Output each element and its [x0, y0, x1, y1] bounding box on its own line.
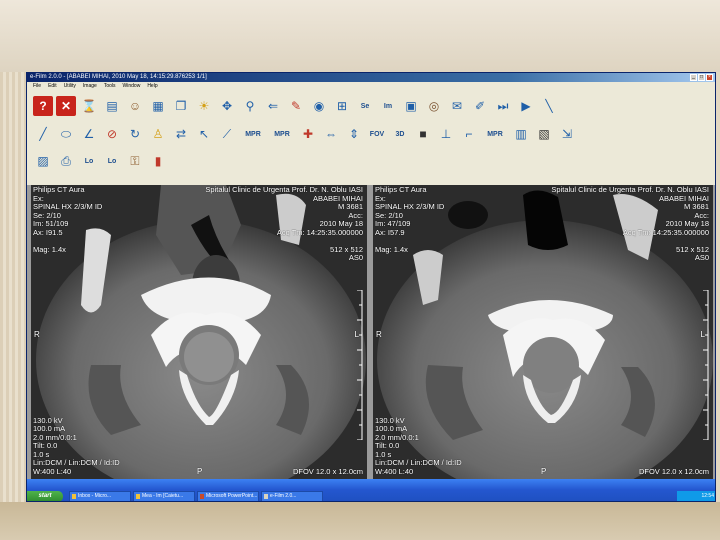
toolbar-row-3: ▨ ⎙ Lo Lo ⚿ ▮	[33, 150, 711, 172]
menu-edit[interactable]: Edit	[48, 82, 57, 90]
slide-background-right	[716, 72, 720, 502]
overlay-top-left: Philips CT Aura Ex: SPINAL HX 2/3/M ID S…	[375, 185, 445, 254]
cursor-icon[interactable]: ↖	[194, 124, 214, 144]
bars-icon[interactable]: ▥	[511, 124, 531, 144]
export-icon[interactable]: ⇲	[557, 124, 577, 144]
image-button[interactable]: Im	[378, 96, 398, 116]
toolbar-row-2: ╱ ⬭ ∠ ⊘ ↻ ♙ ⇄ ↖ ⟋ MPR MPR ✚ ⇔ ⇕ FOV 3D ■…	[33, 123, 711, 145]
user-icon[interactable]: ☺	[125, 96, 145, 116]
orientation-left: R	[34, 330, 40, 339]
lock-icon[interactable]: ⚿	[125, 151, 145, 171]
line-icon[interactable]: ╱	[33, 124, 53, 144]
series-button[interactable]: Se	[355, 96, 375, 116]
mpr-button-3[interactable]: MPR	[482, 124, 508, 144]
ellipse-icon[interactable]: ⬭	[56, 124, 76, 144]
swap-icon[interactable]: ⇔	[321, 124, 341, 144]
orientation-left: R	[376, 330, 382, 339]
taskbar-task[interactable]: Mea - Im [Caietu...	[133, 491, 195, 501]
window-title: e-Film 2.0.0 - [ABABEI MIHAI, 2010 May 1…	[30, 74, 207, 80]
slide-background-top	[0, 0, 720, 72]
crosshair-icon[interactable]: ✚	[298, 124, 318, 144]
title-bar[interactable]: e-Film 2.0.0 - [ABABEI MIHAI, 2010 May 1…	[27, 73, 715, 82]
help-icon[interactable]: ?	[33, 96, 53, 116]
slide-background-bottom	[0, 502, 720, 540]
overlay-bottom-left: 130.0 kV 100.0 mA 2.0 mm/0.0:1 Tilt: 0.0…	[33, 415, 120, 476]
save-icon[interactable]: ▨	[33, 151, 53, 171]
ct-viewport-left[interactable]: Philips CT Aura Ex: SPINAL HX 2/3/M ID S…	[31, 185, 367, 479]
menu-window[interactable]: Window	[123, 82, 141, 90]
book-icon[interactable]: ▦	[148, 96, 168, 116]
toolbar-row-1: ? ✕ ⌛ ▤ ☺ ▦ ❐ ☀ ✥ ⚲ ⇐ ✎ ◉ ⊞ Se Im ▣ ◎ ✉ …	[33, 95, 711, 117]
fov-button[interactable]: FOV	[367, 124, 387, 144]
hourglass-icon[interactable]: ⌛	[79, 96, 99, 116]
person-icon[interactable]: ♙	[148, 124, 168, 144]
overlay-bottom-left: 130.0 kV 100.0 mA 2.0 mm/0.0:1 Tilt: 0.0…	[375, 415, 462, 476]
menu-help[interactable]: Help	[147, 82, 157, 90]
ruler-icon[interactable]: ╲	[539, 96, 559, 116]
lo-button-1[interactable]: Lo	[79, 151, 99, 171]
system-tray-clock[interactable]: 12:54	[677, 491, 715, 501]
move-icon[interactable]: ✥	[217, 96, 237, 116]
taskbar-task[interactable]: e-Film 2.0...	[261, 491, 323, 501]
updown-icon[interactable]: ⇕	[344, 124, 364, 144]
lo-button-2[interactable]: Lo	[102, 151, 122, 171]
pencil-icon[interactable]: ✐	[470, 96, 490, 116]
minimize-button[interactable]: _	[690, 74, 697, 81]
image-viewer-area: Philips CT Aura Ex: SPINAL HX 2/3/M ID S…	[27, 185, 715, 479]
taskbar-tasks: Inbox - Micro... Mea - Im [Caietu... Mic…	[69, 491, 323, 501]
overlay-bottom-right: DFOV 12.0 x 12.0cm	[292, 466, 363, 476]
grid2-icon[interactable]: ▣	[401, 96, 421, 116]
zoom-icon[interactable]: ⚲	[240, 96, 260, 116]
sun-icon[interactable]: ☀	[194, 96, 214, 116]
menu-file[interactable]: File	[33, 82, 41, 90]
menu-image[interactable]: Image	[83, 82, 97, 90]
start-button[interactable]: start	[27, 491, 63, 501]
note-icon[interactable]: ✉	[447, 96, 467, 116]
next-icon[interactable]: ⏭	[493, 96, 513, 116]
overlay-top-right: Spitalul Clinic de Urgenta Prof. Dr. N. …	[551, 185, 709, 262]
play-icon[interactable]: ▶	[516, 96, 536, 116]
taskbar-task[interactable]: Microsoft PowerPoint...	[197, 491, 259, 501]
rotate-icon[interactable]: ↻	[125, 124, 145, 144]
mpr-button-1[interactable]: MPR	[240, 124, 266, 144]
flip-icon[interactable]: ⇄	[171, 124, 191, 144]
layers-icon[interactable]: ❐	[171, 96, 191, 116]
close-button[interactable]: ×	[706, 74, 713, 81]
menu-utility[interactable]: Utility	[64, 82, 76, 90]
erase-icon[interactable]: ⊘	[102, 124, 122, 144]
orientation-bottom: P	[197, 466, 203, 476]
eye-icon[interactable]: ◎	[424, 96, 444, 116]
stack-icon[interactable]: ▤	[102, 96, 122, 116]
mpr-button-2[interactable]: MPR	[269, 124, 295, 144]
menu-tools[interactable]: Tools	[104, 82, 116, 90]
scale-ruler	[357, 290, 363, 440]
windows-taskbar: start Inbox - Micro... Mea - Im [Caietu.…	[27, 479, 715, 501]
slide-background-left	[0, 72, 26, 502]
axis-icon[interactable]: ⊥	[436, 124, 456, 144]
palette-icon[interactable]: ◉	[309, 96, 329, 116]
scale-ruler	[703, 290, 709, 440]
arrow-left-icon[interactable]: ⇐	[263, 96, 283, 116]
ct-viewport-right[interactable]: Philips CT Aura Ex: SPINAL HX 2/3/M ID S…	[373, 185, 713, 479]
3d-button[interactable]: 3D	[390, 124, 410, 144]
edit-icon[interactable]: ✎	[286, 96, 306, 116]
efilm-window: e-Film 2.0.0 - [ABABEI MIHAI, 2010 May 1…	[26, 72, 716, 502]
maximize-button[interactable]: □	[698, 74, 705, 81]
taskbar-task[interactable]: Inbox - Micro...	[69, 491, 131, 501]
orientation-bottom: P	[541, 466, 547, 476]
overlay-top-left: Philips CT Aura Ex: SPINAL HX 2/3/M ID S…	[33, 185, 103, 254]
overlay-top-right: Spitalul Clinic de Urgenta Prof. Dr. N. …	[205, 185, 363, 262]
grid-icon[interactable]: ⊞	[332, 96, 352, 116]
menu-bar: File Edit Utility Image Tools Window Hel…	[27, 82, 715, 90]
print-icon[interactable]: ⎙	[56, 151, 76, 171]
angle-icon[interactable]: ∠	[79, 124, 99, 144]
square-icon[interactable]: ■	[413, 124, 433, 144]
measure-icon[interactable]: ⟋	[217, 124, 237, 144]
film-icon[interactable]: ▧	[534, 124, 554, 144]
close-icon[interactable]: ✕	[56, 96, 76, 116]
overlay-bottom-right: DFOV 12.0 x 12.0cm	[638, 466, 709, 476]
text-icon[interactable]: ⌐	[459, 124, 479, 144]
key-icon[interactable]: ▮	[148, 151, 168, 171]
